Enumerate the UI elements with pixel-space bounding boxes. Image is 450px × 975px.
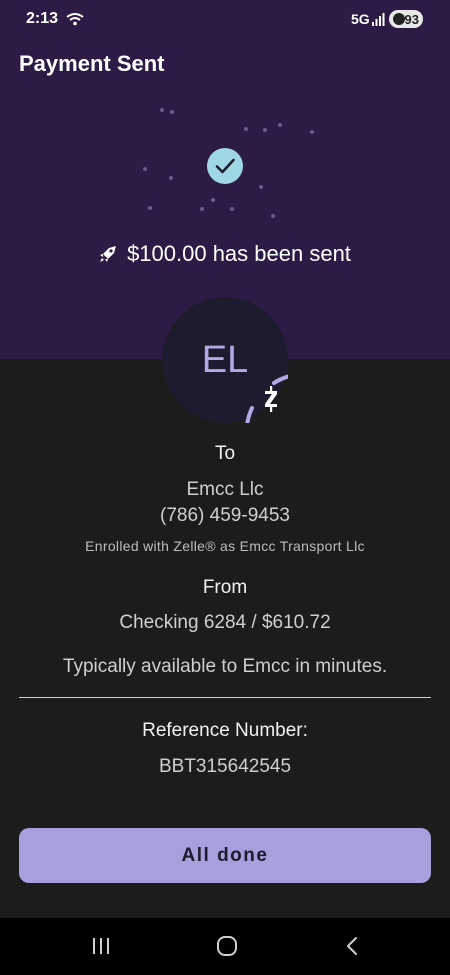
recipient-name: Emcc Llc bbox=[186, 479, 264, 500]
all-done-button[interactable]: All done bbox=[19, 828, 431, 883]
battery-level: 93 bbox=[404, 11, 419, 27]
signal-icon bbox=[372, 13, 385, 26]
sent-message: $100.00 has been sent bbox=[127, 241, 351, 266]
from-label: From bbox=[202, 577, 248, 598]
battery-icon: 93 bbox=[389, 10, 423, 28]
source-account: Checking 6284 / $610.72 bbox=[119, 612, 331, 633]
rocket-icon bbox=[100, 246, 117, 262]
home-icon[interactable] bbox=[216, 935, 238, 957]
status-time: 2:13 bbox=[26, 10, 59, 27]
wifi-icon bbox=[66, 13, 84, 26]
to-label: To bbox=[214, 443, 236, 464]
battery-charging-icon bbox=[393, 13, 405, 25]
sent-confirmation: $100.00 has been sent bbox=[0, 238, 450, 270]
recipient-phone: (786) 459-9453 bbox=[160, 505, 290, 526]
page-title: Payment Sent bbox=[19, 51, 165, 76]
availability-text: Typically available to Emcc in minutes. bbox=[62, 656, 388, 677]
zelle-icon bbox=[265, 386, 277, 412]
status-bar: 2:13 5G 93 bbox=[0, 0, 450, 40]
checkmark-icon bbox=[207, 148, 243, 184]
recents-icon[interactable] bbox=[91, 937, 111, 955]
enrolled-text: Enrolled with Zelle® as Emcc Transport L… bbox=[85, 538, 365, 554]
network-label: 5G bbox=[351, 11, 370, 27]
navigation-bar bbox=[0, 918, 450, 975]
divider bbox=[19, 697, 431, 698]
reference-label: Reference Number: bbox=[142, 720, 308, 741]
back-icon[interactable] bbox=[345, 936, 359, 956]
reference-number: BBT315642545 bbox=[158, 756, 292, 777]
